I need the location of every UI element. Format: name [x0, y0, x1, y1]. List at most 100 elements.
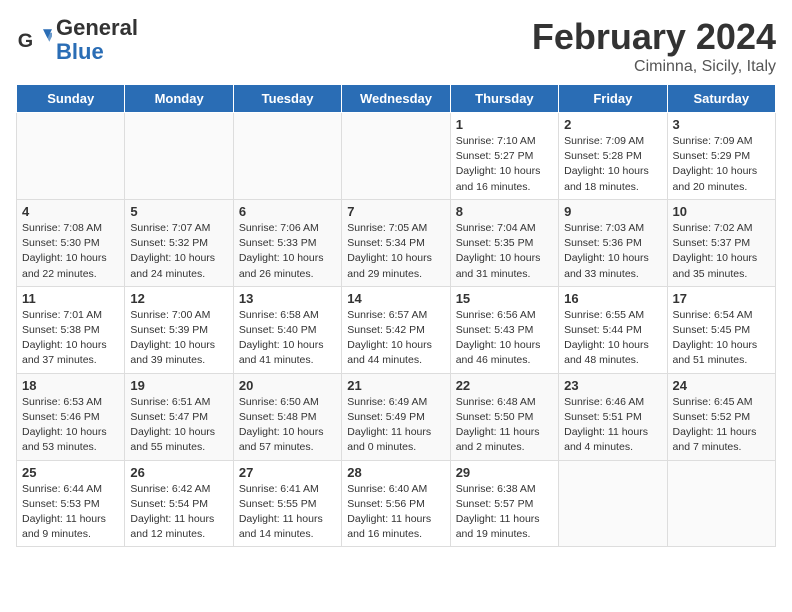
day-number: 2: [564, 117, 661, 132]
calendar-cell: 19 Sunrise: 6:51 AM Sunset: 5:47 PM Dayli…: [125, 373, 233, 460]
day-number: 23: [564, 378, 661, 393]
day-info: Sunrise: 7:09 AM Sunset: 5:28 PM Dayligh…: [564, 134, 661, 195]
calendar-cell: 22Sunrise: 6:48 AM Sunset: 5:50 PM Dayli…: [450, 373, 558, 460]
day-info: Sunrise: 6:40 AM Sunset: 5:56 PM Dayligh…: [347, 482, 444, 543]
day-info: Sunrise: 6:49 AM Sunset: 5:49 PM Dayligh…: [347, 395, 444, 456]
logo-icon: G: [16, 22, 52, 58]
calendar-cell: [17, 113, 125, 200]
calendar-cell: 1 Sunrise: 7:10 AM Sunset: 5:27 PM Daylig…: [450, 113, 558, 200]
day-number: 14: [347, 291, 444, 306]
calendar-cell: 7 Sunrise: 7:05 AM Sunset: 5:34 PM Daylig…: [342, 199, 450, 286]
day-info: Sunrise: 7:02 AM Sunset: 5:37 PM Dayligh…: [673, 221, 770, 282]
calendar-cell: 8Sunrise: 7:04 AM Sunset: 5:35 PM Daylig…: [450, 199, 558, 286]
weekday-header-saturday: Saturday: [667, 85, 775, 113]
weekday-header-friday: Friday: [559, 85, 667, 113]
day-number: 12: [130, 291, 227, 306]
day-number: 7: [347, 204, 444, 219]
weekday-header-monday: Monday: [125, 85, 233, 113]
day-info: Sunrise: 6:44 AM Sunset: 5:53 PM Dayligh…: [22, 482, 119, 543]
day-info: Sunrise: 6:45 AM Sunset: 5:52 PM Dayligh…: [673, 395, 770, 456]
day-info: Sunrise: 7:09 AM Sunset: 5:29 PM Dayligh…: [673, 134, 770, 195]
calendar-subtitle: Ciminna, Sicily, Italy: [532, 58, 776, 76]
day-info: Sunrise: 6:54 AM Sunset: 5:45 PM Dayligh…: [673, 308, 770, 369]
day-info: Sunrise: 7:07 AM Sunset: 5:32 PM Dayligh…: [130, 221, 227, 282]
logo-general: General: [56, 15, 138, 40]
logo: G General Blue: [16, 16, 138, 64]
calendar-cell: [559, 460, 667, 547]
day-info: Sunrise: 6:46 AM Sunset: 5:51 PM Dayligh…: [564, 395, 661, 456]
calendar-cell: 15 Sunrise: 6:56 AM Sunset: 5:43 PM Dayli…: [450, 286, 558, 373]
day-number: 11: [22, 291, 119, 306]
day-number: 26: [130, 465, 227, 480]
week-row-3: 11 Sunrise: 7:01 AM Sunset: 5:38 PM Dayli…: [17, 286, 776, 373]
calendar-cell: 9 Sunrise: 7:03 AM Sunset: 5:36 PM Daylig…: [559, 199, 667, 286]
day-info: Sunrise: 7:01 AM Sunset: 5:38 PM Dayligh…: [22, 308, 119, 369]
weekday-header-wednesday: Wednesday: [342, 85, 450, 113]
day-info: Sunrise: 7:03 AM Sunset: 5:36 PM Dayligh…: [564, 221, 661, 282]
day-number: 18: [22, 378, 119, 393]
day-number: 5: [130, 204, 227, 219]
day-number: 25: [22, 465, 119, 480]
day-number: 20: [239, 378, 336, 393]
calendar-cell: 14Sunrise: 6:57 AM Sunset: 5:42 PM Dayli…: [342, 286, 450, 373]
calendar-cell: 16 Sunrise: 6:55 AM Sunset: 5:44 PM Dayli…: [559, 286, 667, 373]
day-number: 16: [564, 291, 661, 306]
calendar-cell: 17 Sunrise: 6:54 AM Sunset: 5:45 PM Dayli…: [667, 286, 775, 373]
calendar-title: February 2024: [532, 16, 776, 58]
logo-text: General Blue: [56, 16, 138, 64]
calendar-cell: [667, 460, 775, 547]
day-info: Sunrise: 6:42 AM Sunset: 5:54 PM Dayligh…: [130, 482, 227, 543]
day-number: 28: [347, 465, 444, 480]
day-info: Sunrise: 7:10 AM Sunset: 5:27 PM Dayligh…: [456, 134, 553, 195]
calendar-cell: 18 Sunrise: 6:53 AM Sunset: 5:46 PM Dayli…: [17, 373, 125, 460]
week-row-2: 4 Sunrise: 7:08 AM Sunset: 5:30 PM Daylig…: [17, 199, 776, 286]
day-info: Sunrise: 6:50 AM Sunset: 5:48 PM Dayligh…: [239, 395, 336, 456]
day-number: 19: [130, 378, 227, 393]
day-number: 21: [347, 378, 444, 393]
calendar-cell: 11 Sunrise: 7:01 AM Sunset: 5:38 PM Dayli…: [17, 286, 125, 373]
title-block: February 2024 Ciminna, Sicily, Italy: [532, 16, 776, 76]
calendar-cell: [233, 113, 341, 200]
svg-text:G: G: [18, 30, 33, 52]
calendar-cell: 2 Sunrise: 7:09 AM Sunset: 5:28 PM Daylig…: [559, 113, 667, 200]
day-number: 17: [673, 291, 770, 306]
calendar-cell: [125, 113, 233, 200]
calendar-body: 1 Sunrise: 7:10 AM Sunset: 5:27 PM Daylig…: [17, 113, 776, 547]
day-info: Sunrise: 6:56 AM Sunset: 5:43 PM Dayligh…: [456, 308, 553, 369]
calendar-cell: 12 Sunrise: 7:00 AM Sunset: 5:39 PM Dayli…: [125, 286, 233, 373]
calendar-cell: 23 Sunrise: 6:46 AM Sunset: 5:51 PM Dayli…: [559, 373, 667, 460]
day-info: Sunrise: 6:53 AM Sunset: 5:46 PM Dayligh…: [22, 395, 119, 456]
weekday-header-row: SundayMondayTuesdayWednesdayThursdayFrid…: [17, 85, 776, 113]
calendar-cell: 29 Sunrise: 6:38 AM Sunset: 5:57 PM Dayli…: [450, 460, 558, 547]
day-number: 4: [22, 204, 119, 219]
day-info: Sunrise: 7:00 AM Sunset: 5:39 PM Dayligh…: [130, 308, 227, 369]
week-row-4: 18 Sunrise: 6:53 AM Sunset: 5:46 PM Dayli…: [17, 373, 776, 460]
day-number: 3: [673, 117, 770, 132]
calendar-cell: 20 Sunrise: 6:50 AM Sunset: 5:48 PM Dayli…: [233, 373, 341, 460]
day-info: Sunrise: 7:05 AM Sunset: 5:34 PM Dayligh…: [347, 221, 444, 282]
day-info: Sunrise: 6:58 AM Sunset: 5:40 PM Dayligh…: [239, 308, 336, 369]
day-info: Sunrise: 6:55 AM Sunset: 5:44 PM Dayligh…: [564, 308, 661, 369]
day-info: Sunrise: 6:38 AM Sunset: 5:57 PM Dayligh…: [456, 482, 553, 543]
calendar-cell: 25 Sunrise: 6:44 AM Sunset: 5:53 PM Dayli…: [17, 460, 125, 547]
day-number: 15: [456, 291, 553, 306]
day-info: Sunrise: 7:06 AM Sunset: 5:33 PM Dayligh…: [239, 221, 336, 282]
calendar-cell: 3 Sunrise: 7:09 AM Sunset: 5:29 PM Daylig…: [667, 113, 775, 200]
page-header: G General Blue February 2024 Ciminna, Si…: [16, 16, 776, 76]
calendar-cell: 4 Sunrise: 7:08 AM Sunset: 5:30 PM Daylig…: [17, 199, 125, 286]
calendar-cell: [342, 113, 450, 200]
day-number: 9: [564, 204, 661, 219]
day-number: 1: [456, 117, 553, 132]
day-info: Sunrise: 6:51 AM Sunset: 5:47 PM Dayligh…: [130, 395, 227, 456]
day-number: 10: [673, 204, 770, 219]
day-number: 6: [239, 204, 336, 219]
day-number: 27: [239, 465, 336, 480]
calendar-cell: 26 Sunrise: 6:42 AM Sunset: 5:54 PM Dayli…: [125, 460, 233, 547]
day-number: 13: [239, 291, 336, 306]
day-info: Sunrise: 7:04 AM Sunset: 5:35 PM Dayligh…: [456, 221, 553, 282]
day-info: Sunrise: 7:08 AM Sunset: 5:30 PM Dayligh…: [22, 221, 119, 282]
calendar-cell: 27Sunrise: 6:41 AM Sunset: 5:55 PM Dayli…: [233, 460, 341, 547]
weekday-header-tuesday: Tuesday: [233, 85, 341, 113]
day-number: 29: [456, 465, 553, 480]
weekday-header-sunday: Sunday: [17, 85, 125, 113]
